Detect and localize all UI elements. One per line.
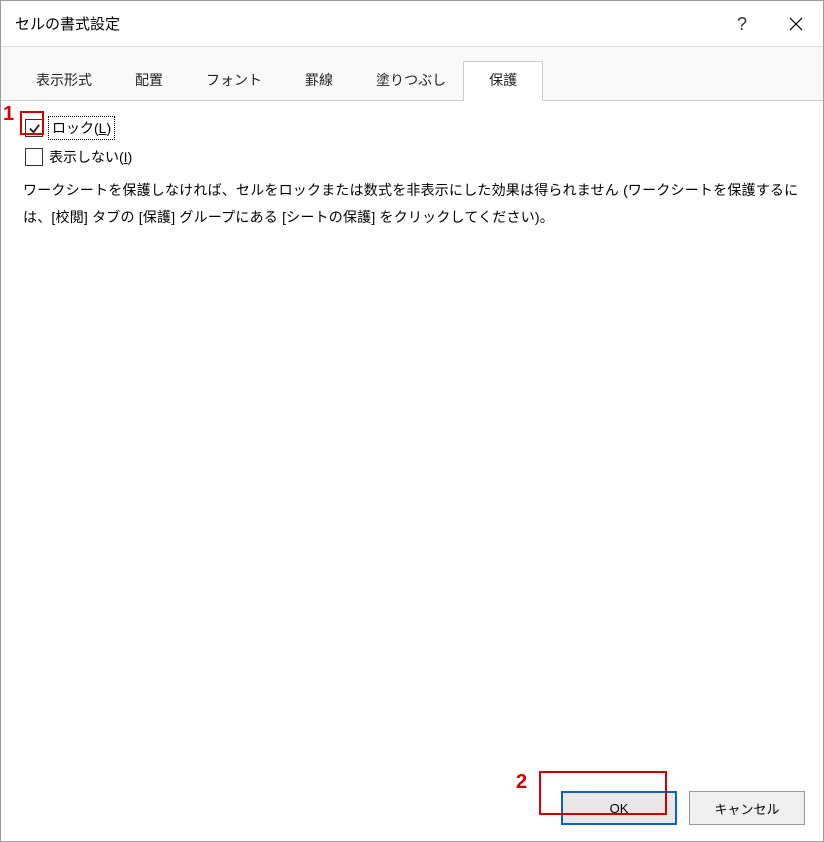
close-button[interactable] (769, 1, 823, 47)
close-icon (789, 17, 803, 31)
locked-checkbox[interactable] (25, 119, 43, 137)
ok-button[interactable]: OK (561, 791, 677, 825)
locked-label-post: ) (106, 120, 111, 136)
dialog-footer: OK キャンセル (1, 775, 823, 841)
titlebar: セルの書式設定 ? (1, 1, 823, 47)
tab-font[interactable]: フォント (189, 61, 279, 101)
dialog-title: セルの書式設定 (15, 13, 120, 34)
tab-protection[interactable]: 保護 (463, 61, 543, 101)
tab-fill[interactable]: 塗りつぶし (359, 61, 463, 101)
hidden-label[interactable]: 表示しない(I) (49, 147, 132, 167)
checkmark-icon (28, 122, 41, 135)
hidden-checkbox[interactable] (25, 148, 43, 166)
dialog-window: セルの書式設定 ? 表示形式 配置 フォント 罫線 塗りつぶし 保護 (0, 0, 824, 842)
hidden-label-post: ) (128, 149, 133, 165)
tab-number-format[interactable]: 表示形式 (19, 61, 109, 101)
help-button[interactable]: ? (715, 1, 769, 47)
locked-label[interactable]: ロック(L) (49, 117, 114, 139)
cancel-button[interactable]: キャンセル (689, 791, 805, 825)
tabstrip: 表示形式 配置 フォント 罫線 塗りつぶし 保護 (1, 47, 823, 101)
tab-content-protection: ロック(L) 表示しない(I) ワークシートを保護しなければ、セルをロックまたは… (1, 101, 823, 775)
protection-description: ワークシートを保護しなければ、セルをロックまたは数式を非表示にした効果は得られま… (21, 177, 803, 230)
hidden-label-pre: 表示しない( (49, 149, 124, 165)
checkbox-row-locked: ロック(L) (21, 117, 803, 139)
tab-border[interactable]: 罫線 (279, 61, 359, 101)
tab-alignment[interactable]: 配置 (109, 61, 189, 101)
locked-label-pre: ロック( (52, 120, 99, 136)
checkbox-row-hidden: 表示しない(I) (21, 147, 803, 167)
titlebar-controls: ? (715, 1, 823, 47)
